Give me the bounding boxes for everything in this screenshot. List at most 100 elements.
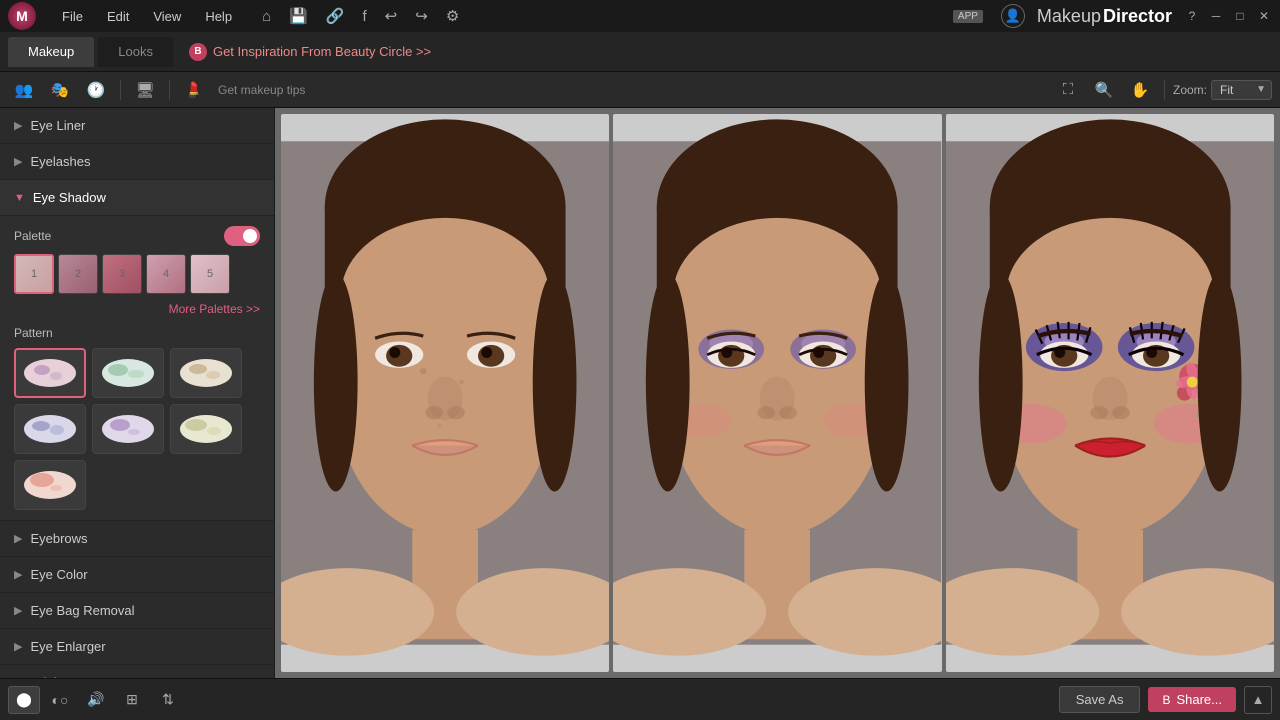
makeup-tips-icon[interactable]: 💄 [178, 76, 210, 104]
bottom-right-actions: Save As B Share... ▲ [1059, 686, 1272, 714]
tab-makeup[interactable]: Makeup [8, 37, 94, 67]
face-panel-2 [613, 114, 941, 672]
palette-label: Palette [14, 229, 51, 243]
sidebar-item-eye-liner[interactable]: ▶ Eye Liner [0, 108, 274, 144]
chevron-right-icon: ▶ [14, 155, 22, 168]
pattern-item-1[interactable] [14, 348, 86, 398]
history-icon[interactable]: 🕐 [80, 76, 112, 104]
chevron-down-icon: ▼ [14, 192, 25, 204]
palette-toggle[interactable] [224, 226, 260, 246]
help-button[interactable]: ? [1184, 8, 1200, 24]
link-icon[interactable]: 🔗 [322, 5, 349, 27]
search-icon[interactable]: 🔍 [1088, 76, 1120, 104]
chevron-right-icon: ▶ [14, 119, 22, 132]
face-svg-2 [613, 114, 941, 672]
menu-file[interactable]: File [52, 5, 93, 28]
face-svg-3 [946, 114, 1274, 672]
bottom-toolbar: ⬤ ◐○ 🔊 ⊞ ⇅ Save As B Share... ▲ [0, 678, 1280, 720]
sidebar-item-eye-color[interactable]: ▶ Eye Color [0, 557, 274, 593]
sidebar-item-eyebrows[interactable]: ▶ Eyebrows [0, 521, 274, 557]
zoom-wrapper: Fit 25% 50% 75% 100% 150% 200% ▼ [1211, 80, 1272, 100]
title-bar: M File Edit View Help ⌂ 💾 🔗 f ↩ ↪ ⚙ APP … [0, 0, 1280, 32]
sidebar-item-brighten[interactable]: ▶ Brighten [0, 665, 274, 678]
sidebar-item-eye-bag-removal[interactable]: ▶ Eye Bag Removal [0, 593, 274, 629]
circle-view-btn[interactable]: ⬤ [8, 686, 40, 714]
pattern-item-5[interactable] [92, 404, 164, 454]
toolbar-right: ⛶ 🔍 ✋ Zoom: Fit 25% 50% 75% 100% 150% 20… [1052, 76, 1272, 104]
more-palettes-link[interactable]: More Palettes >> [14, 302, 260, 316]
canvas-area [275, 108, 1280, 678]
faces-container [275, 108, 1280, 678]
swatch-1[interactable]: 1 [14, 254, 54, 294]
face-panel-1 [281, 114, 609, 672]
save-as-button[interactable]: Save As [1059, 686, 1141, 713]
undo-icon[interactable]: ↩ [381, 5, 402, 27]
chevron-right-icon: ▶ [14, 640, 22, 653]
collapse-button[interactable]: ▲ [1244, 686, 1272, 714]
pattern-label: Pattern [14, 326, 260, 340]
compare-btn[interactable]: ◐○ [44, 686, 76, 714]
app-logo: M [8, 2, 36, 30]
zoom-select[interactable]: Fit 25% 50% 75% 100% 150% 200% [1211, 80, 1272, 100]
pattern-item-2[interactable] [92, 348, 164, 398]
swatch-2[interactable]: 2 [58, 254, 98, 294]
fullscreen-icon[interactable]: ⛶ [1052, 76, 1084, 104]
tab-looks[interactable]: Looks [98, 37, 173, 67]
maximize-button[interactable]: □ [1232, 8, 1248, 24]
app-name-bold: Director [1103, 6, 1172, 27]
menu-bar: File Edit View Help [52, 5, 242, 28]
audio-btn[interactable]: 🔊 [80, 686, 112, 714]
pattern-item-3[interactable] [170, 348, 242, 398]
swatch-5[interactable]: 5 [190, 254, 230, 294]
save-icon[interactable]: 💾 [285, 5, 312, 27]
app-name-light: Makeup [1037, 6, 1101, 27]
toolbar-divider-3 [1164, 80, 1165, 100]
redo-icon[interactable]: ↪ [411, 5, 432, 27]
pattern-item-6[interactable] [170, 404, 242, 454]
pattern-item-4[interactable] [14, 404, 86, 454]
canvas-inner[interactable] [275, 108, 1280, 678]
sidebar-item-label: Eye Bag Removal [30, 603, 134, 618]
secondary-toolbar: 👥 🎭 🕐 🖥 💄 Get makeup tips ⛶ 🔍 ✋ Zoom: Fi… [0, 72, 1280, 108]
share-button[interactable]: B Share... [1148, 687, 1236, 712]
beauty-circle-btn[interactable]: B Get Inspiration From Beauty Circle >> [177, 39, 443, 65]
home-icon[interactable]: ⌂ [258, 6, 275, 27]
minimize-button[interactable]: ─ [1208, 8, 1224, 24]
close-button[interactable]: ✕ [1256, 8, 1272, 24]
app-badge: APP [953, 10, 983, 23]
beauty-circle-icon: B [189, 43, 207, 61]
face-panel-3 [946, 114, 1274, 672]
menu-view[interactable]: View [143, 5, 191, 28]
sidebar-item-label: Eye Liner [30, 118, 85, 133]
sidebar-item-label: Eye Color [30, 567, 87, 582]
menu-help[interactable]: Help [195, 5, 242, 28]
beauty-circle-label: Get Inspiration From Beauty Circle >> [213, 44, 431, 59]
sidebar-item-label: Eyebrows [30, 531, 87, 546]
pattern-item-7[interactable] [14, 460, 86, 510]
export-btn[interactable]: ⇅ [152, 686, 184, 714]
window-controls: ? ─ □ ✕ [1184, 8, 1272, 24]
tips-label: Get makeup tips [218, 83, 305, 97]
eyeshadow-section: Palette 1 2 3 4 5 More Palettes >> Patte… [0, 216, 274, 521]
menu-edit[interactable]: Edit [97, 5, 139, 28]
face-detect-icon[interactable]: 🎭 [44, 76, 76, 104]
title-bar-right: APP 👤 MakeupDirector ? ─ □ ✕ [953, 4, 1272, 28]
screen-icon[interactable]: 🖥 [129, 76, 161, 104]
pan-icon[interactable]: ✋ [1124, 76, 1156, 104]
sidebar-item-label: Eye Shadow [33, 190, 106, 205]
sidebar-item-eye-shadow[interactable]: ▼ Eye Shadow [0, 180, 274, 216]
sidebar-item-label: Eyelashes [30, 154, 90, 169]
chevron-right-icon: ▶ [14, 532, 22, 545]
user-icon[interactable]: 👤 [1001, 4, 1025, 28]
layers-btn[interactable]: ⊞ [116, 686, 148, 714]
fb-icon[interactable]: f [359, 6, 371, 27]
settings-icon[interactable]: ⚙ [442, 5, 463, 27]
sidebar-item-eye-enlarger[interactable]: ▶ Eye Enlarger [0, 629, 274, 665]
sidebar-item-label: Eye Enlarger [30, 639, 105, 654]
chevron-right-icon: ▶ [14, 568, 22, 581]
title-toolbar-icons: ⌂ 💾 🔗 f ↩ ↪ ⚙ [258, 5, 463, 27]
people-icon[interactable]: 👥 [8, 76, 40, 104]
swatch-3[interactable]: 3 [102, 254, 142, 294]
sidebar-item-eyelashes[interactable]: ▶ Eyelashes [0, 144, 274, 180]
swatch-4[interactable]: 4 [146, 254, 186, 294]
